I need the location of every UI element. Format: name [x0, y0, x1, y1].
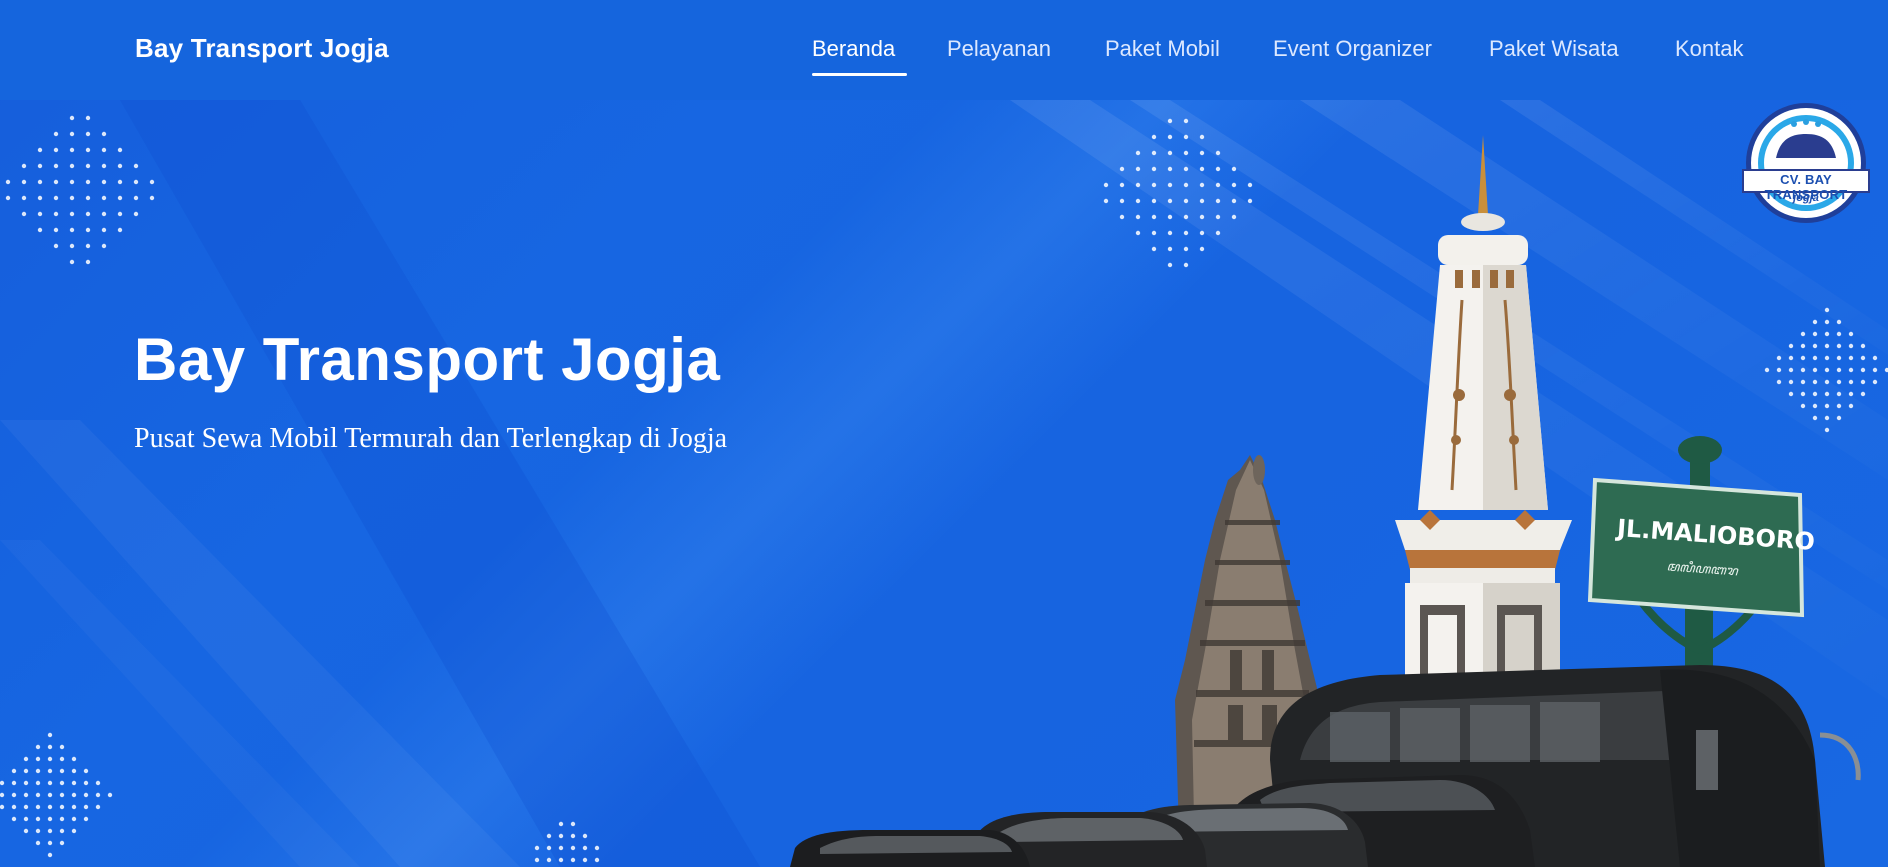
hero-illustration [790, 103, 1870, 867]
company-logo [1742, 103, 1870, 223]
tugu-monument-illustration [1395, 135, 1572, 703]
logo-company-sub: jogja [1793, 192, 1819, 204]
car-fleet-illustration [790, 775, 1535, 867]
